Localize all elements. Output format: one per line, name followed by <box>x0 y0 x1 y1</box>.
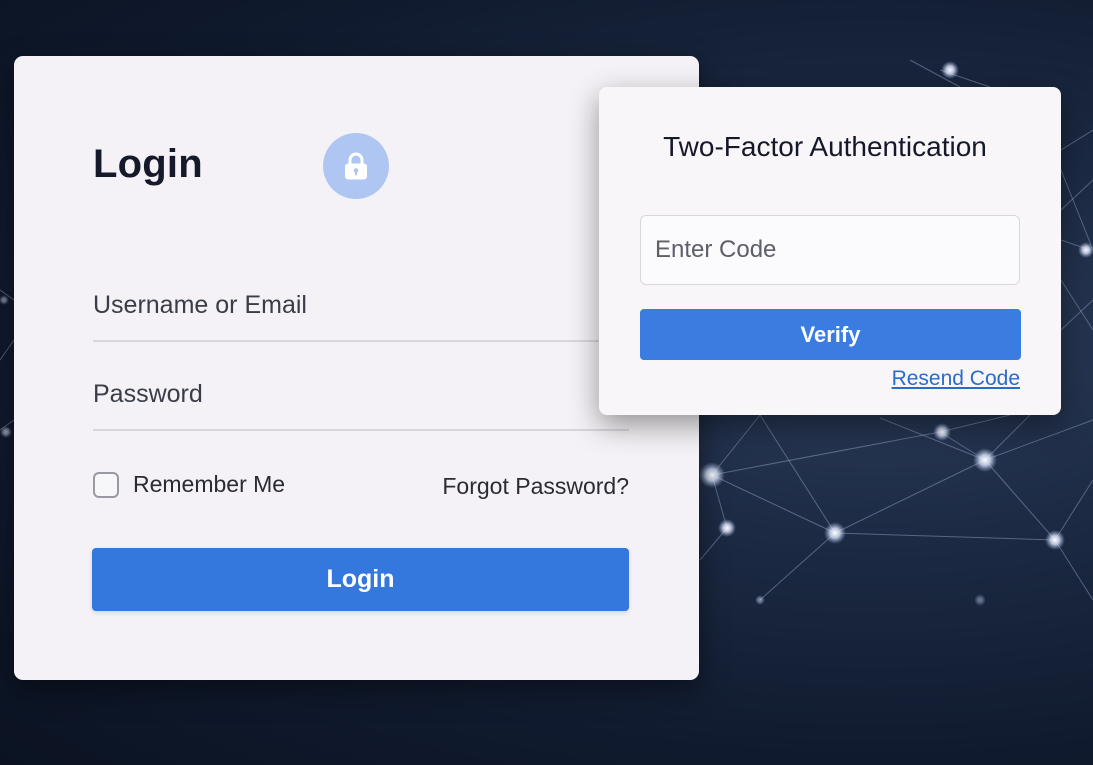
password-input[interactable] <box>93 380 629 409</box>
remember-me-label[interactable]: Remember Me <box>133 471 285 498</box>
login-card: Login Remember Me Forgot Password? Login <box>14 56 699 680</box>
lock-badge <box>323 133 389 199</box>
lock-icon <box>345 152 367 180</box>
password-field <box>93 369 629 431</box>
two-factor-card: Two-Factor Authentication Verify Resend … <box>599 87 1061 415</box>
verify-button[interactable]: Verify <box>640 309 1021 360</box>
forgot-password-link[interactable]: Forgot Password? <box>442 473 629 500</box>
two-factor-title: Two-Factor Authentication <box>663 131 987 162</box>
remember-me[interactable]: Remember Me <box>93 471 285 498</box>
login-title: Login <box>93 142 203 186</box>
code-input[interactable] <box>640 215 1020 285</box>
remember-me-checkbox[interactable] <box>93 471 119 498</box>
login-button[interactable]: Login <box>92 548 629 611</box>
resend-code-link[interactable]: Resend Code <box>892 367 1020 391</box>
username-input[interactable] <box>93 291 629 320</box>
app-background: Login Remember Me Forgot Password? Login… <box>0 0 1093 765</box>
username-field <box>93 280 629 342</box>
